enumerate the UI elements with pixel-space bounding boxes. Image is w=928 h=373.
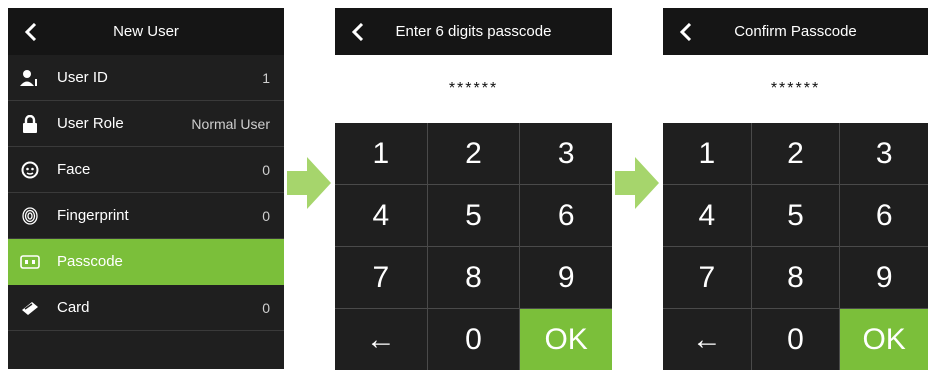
key-5[interactable]: 5: [427, 185, 520, 246]
menu-item-value: Normal User: [191, 115, 270, 132]
menu-item-passcode[interactable]: Passcode: [8, 239, 284, 285]
key-2[interactable]: 2: [751, 123, 840, 184]
enter-passcode-screen: Enter 6 digits passcode ****** 1 2 3 4 5…: [335, 8, 612, 370]
lock-icon: [19, 113, 41, 135]
menu-item-user-role[interactable]: User Role Normal User: [8, 101, 284, 147]
menu-item-label: Passcode: [57, 253, 123, 270]
key-8[interactable]: 8: [427, 247, 520, 308]
keypad: 1 2 3 4 5 6 7 8 9 ← 0 OK: [663, 123, 928, 370]
key-9[interactable]: 9: [840, 247, 928, 308]
key-6[interactable]: 6: [840, 185, 928, 246]
confirm-passcode-screen: Confirm Passcode ****** 1 2 3 4 5 6 7 8 …: [663, 8, 928, 370]
menu-item-value: 1: [262, 69, 270, 86]
menu-item-fingerprint[interactable]: Fingerprint 0: [8, 193, 284, 239]
fingerprint-icon: [19, 205, 41, 227]
passcode-icon: [19, 251, 41, 273]
key-3[interactable]: 3: [520, 123, 612, 184]
card-icon: [19, 297, 41, 319]
menu-item-label: Face: [57, 161, 91, 178]
passcode-display: ******: [335, 55, 612, 123]
menu-item-label: Card: [57, 299, 90, 316]
menu-item-label: User Role: [57, 115, 124, 132]
key-6[interactable]: 6: [520, 185, 612, 246]
menu-item-face[interactable]: Face 0: [8, 147, 284, 193]
key-8[interactable]: 8: [751, 247, 840, 308]
ok-button[interactable]: OK: [840, 309, 928, 370]
key-7[interactable]: 7: [335, 247, 427, 308]
header-bar: Confirm Passcode: [663, 8, 928, 55]
menu-item-label: User ID: [57, 69, 108, 86]
page-title: Enter 6 digits passcode: [395, 23, 552, 40]
menu-item-value: 0: [262, 207, 270, 224]
key-0[interactable]: 0: [427, 309, 520, 370]
arrow-right-icon: [615, 157, 659, 209]
key-4[interactable]: 4: [663, 185, 751, 246]
key-1[interactable]: 1: [663, 123, 751, 184]
menu-item-card[interactable]: Card 0: [8, 285, 284, 331]
arrow-right-icon: [287, 157, 331, 209]
key-4[interactable]: 4: [335, 185, 427, 246]
passcode-display: ******: [663, 55, 928, 123]
key-5[interactable]: 5: [751, 185, 840, 246]
keypad: 1 2 3 4 5 6 7 8 9 ← 0 OK: [335, 123, 612, 370]
user-menu: User ID 1 User Role Normal User Face 0 F…: [8, 55, 284, 331]
menu-item-label: Fingerprint: [57, 207, 129, 224]
key-1[interactable]: 1: [335, 123, 427, 184]
menu-item-user-id[interactable]: User ID 1: [8, 55, 284, 101]
backspace-key[interactable]: ←: [335, 309, 427, 370]
menu-item-value: 0: [262, 161, 270, 178]
face-icon: [19, 159, 41, 181]
new-user-screen: New User User ID 1 User Role Normal User…: [8, 8, 284, 369]
key-9[interactable]: 9: [520, 247, 612, 308]
menu-item-value: 0: [262, 299, 270, 316]
user-id-icon: [19, 67, 41, 89]
key-2[interactable]: 2: [427, 123, 520, 184]
key-0[interactable]: 0: [751, 309, 840, 370]
key-7[interactable]: 7: [663, 247, 751, 308]
header-bar: New User: [8, 8, 284, 55]
page-title: New User: [113, 23, 179, 40]
ok-button[interactable]: OK: [520, 309, 612, 370]
backspace-key[interactable]: ←: [663, 309, 751, 370]
page-title: Confirm Passcode: [734, 23, 857, 40]
header-bar: Enter 6 digits passcode: [335, 8, 612, 55]
key-3[interactable]: 3: [840, 123, 928, 184]
